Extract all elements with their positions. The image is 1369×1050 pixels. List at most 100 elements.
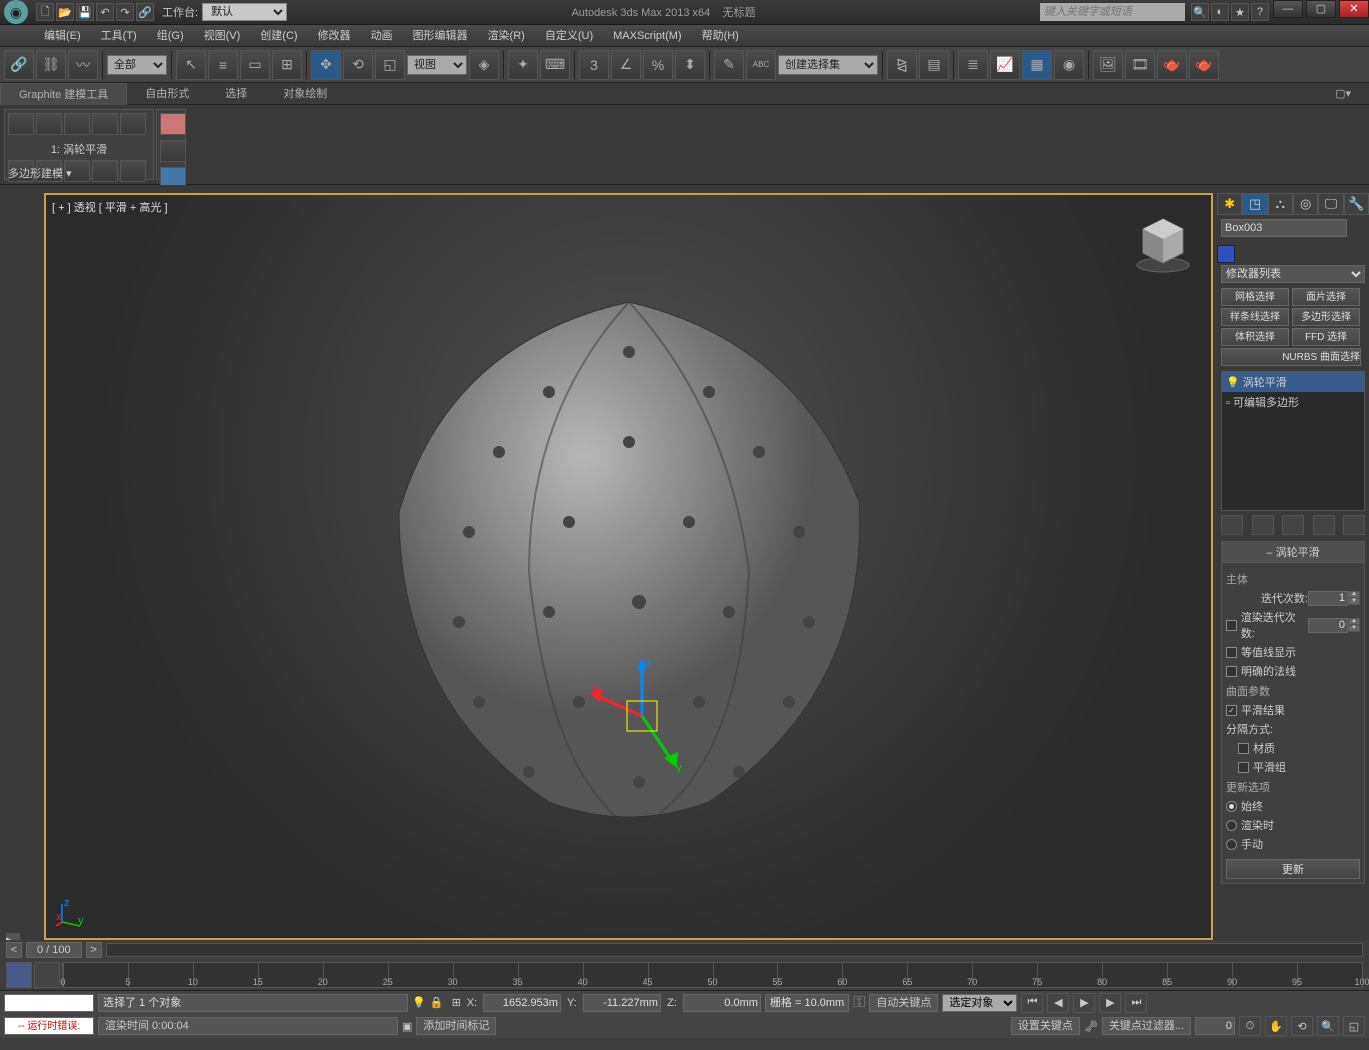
nav-max-icon[interactable]: ◱ [1343,1016,1365,1036]
menu-tools[interactable]: 工具(T) [91,25,147,47]
viewport-label[interactable]: [ + ] 透视 [ 平滑 + 高光 ] [52,199,168,215]
subobj-edge-icon[interactable] [36,113,62,135]
qat-save-icon[interactable]: 💾 [76,3,94,21]
coord-toggle-icon[interactable]: ⊞ [452,996,461,1009]
sel-btn-patch[interactable]: 面片选择 [1292,288,1360,306]
subobj-poly-icon[interactable] [92,113,118,135]
object-name-input[interactable] [1221,219,1347,237]
ribbon-tab-graphite[interactable]: Graphite 建模工具 [0,83,127,105]
menu-render[interactable]: 渲染(R) [478,25,535,47]
sel-btn-poly[interactable]: 多边形选择 [1292,308,1360,326]
menu-maxscript[interactable]: MAXScript(M) [603,25,691,47]
riter-up-icon[interactable]: ▲ [1348,618,1360,625]
select-name-icon[interactable]: ≡ [208,50,238,80]
lock-icon[interactable]: 🔒 [430,996,448,1009]
menu-group[interactable]: 组(G) [147,25,194,47]
autokey-button[interactable]: 自动关键点 [869,994,938,1012]
spinner-snap-icon[interactable]: ⬍ [675,50,705,80]
cmd-tab-create-icon[interactable]: ✱ [1217,193,1242,215]
object-color-swatch[interactable] [1217,245,1235,263]
polygon-modeling-dropdown[interactable]: 多边形建模 ▾ [8,165,72,181]
update-button[interactable]: 更新 [1226,859,1360,879]
menu-create[interactable]: 创建(C) [250,25,307,47]
cmd-tab-display-icon[interactable]: 🖵 [1318,193,1343,215]
update-manual-radio[interactable] [1226,839,1237,850]
time-slider-track[interactable] [106,943,1363,957]
stack-unique-icon[interactable] [1282,515,1304,535]
qat-link-icon[interactable]: 🔗 [136,3,154,21]
script-mini-input[interactable] [4,994,94,1012]
close-button[interactable]: ✕ [1339,0,1369,18]
cmd-tab-modify-icon[interactable]: ◳ [1242,193,1267,215]
subobj-border-icon[interactable] [64,113,90,135]
menu-animation[interactable]: 动画 [361,25,403,47]
render-setup-icon[interactable]: 🖼 [1093,50,1123,80]
prev-frame-icon[interactable]: ◀ [1047,993,1069,1013]
ribbon-tab-selection[interactable]: 选择 [207,83,265,105]
current-frame-input[interactable] [1195,1017,1235,1035]
mod-item-turbosmooth[interactable]: 💡 涡轮平滑 [1222,372,1364,392]
iterations-input[interactable] [1308,591,1348,606]
app-icon[interactable]: ◉ [4,0,28,24]
move-icon[interactable]: ✥ [311,50,341,80]
align-icon[interactable]: ▤ [919,50,949,80]
sel-btn-mesh[interactable]: 网格选择 [1221,288,1289,306]
track-toggle-icon[interactable] [34,962,60,988]
stack-config-icon[interactable] [1343,515,1365,535]
time-prev-icon[interactable]: < [6,942,22,958]
sel-btn-volume[interactable]: 体积选择 [1221,328,1289,346]
editor-icon[interactable]: ✎ [714,50,744,80]
ribbon-tab-paint[interactable]: 对象绘制 [265,83,345,105]
snap-icon[interactable]: 3 [579,50,609,80]
frame-indicator[interactable]: 0 / 100 [26,942,82,958]
render-iter-check[interactable] [1226,620,1237,631]
select-region-icon[interactable]: ▭ [240,50,270,80]
cmd-tab-utilities-icon[interactable]: 🔧 [1344,193,1369,215]
sel-btn-nurbs[interactable]: NURBS 曲面选择 [1221,348,1361,366]
goto-start-icon[interactable]: ⏮ [1021,993,1043,1013]
material-icon[interactable]: ◉ [1054,50,1084,80]
bulb-icon[interactable]: 💡 [412,996,426,1009]
track-icon[interactable] [6,962,32,988]
add-time-tag-button[interactable]: 添加时间标记 [416,1017,496,1035]
subobj-element-icon[interactable] [120,113,146,135]
schematic-icon[interactable]: ▦ [1022,50,1052,80]
keyfilter-button[interactable]: 关键点过滤器... [1102,1017,1191,1035]
menu-customize[interactable]: 自定义(U) [535,25,603,47]
qat-redo-icon[interactable]: ↷ [116,3,134,21]
bind-icon[interactable]: 〰 [68,50,98,80]
subobj-vertex-icon[interactable] [8,113,34,135]
goto-end-icon[interactable]: ⏭ [1125,993,1147,1013]
menu-view[interactable]: 视图(V) [194,25,251,47]
stack-remove-icon[interactable] [1313,515,1335,535]
sphere-icon[interactable]: ◐ [1211,3,1229,21]
stack-show-icon[interactable] [1252,515,1274,535]
manipulate-icon[interactable]: ✦ [508,50,538,80]
key-icon[interactable]: ⚿ [853,994,865,1012]
rotate-icon[interactable]: ⟲ [343,50,373,80]
curve-editor-icon[interactable]: 📈 [990,50,1020,80]
update-always-radio[interactable] [1226,801,1237,812]
nav-zoom-icon[interactable]: 🔍 [1317,1016,1339,1036]
qat-undo-icon[interactable]: ↶ [96,3,114,21]
ribbon-btn4[interactable] [92,160,118,182]
menu-edit[interactable]: 编辑(E) [34,25,91,47]
render-prod-icon[interactable]: 🫖 [1189,50,1219,80]
ribbon-repeat-icon[interactable] [160,113,186,135]
select-icon[interactable]: ↖ [176,50,206,80]
y-input[interactable] [583,994,661,1012]
play-icon[interactable]: ▶ [1073,993,1095,1013]
viewcube[interactable] [1131,211,1195,275]
key-big-icon[interactable]: 🗝 [1084,1020,1098,1033]
maximize-button[interactable]: ▢ [1306,0,1336,18]
z-input[interactable] [683,994,761,1012]
explicit-check[interactable] [1226,666,1237,677]
listener-toggle-icon[interactable]: ▣ [402,1020,412,1033]
time-config-icon[interactable]: ⏱ [1239,1016,1261,1036]
nav-orbit-icon[interactable]: ⟲ [1291,1016,1313,1036]
workspace-select[interactable]: 默认 [202,3,287,21]
search-input[interactable] [1040,3,1185,21]
link-icon[interactable]: 🔗 [4,50,34,80]
ribbon-expand-icon[interactable]: ▢▾ [1317,83,1369,105]
cmd-tab-motion-icon[interactable]: ◎ [1293,193,1318,215]
